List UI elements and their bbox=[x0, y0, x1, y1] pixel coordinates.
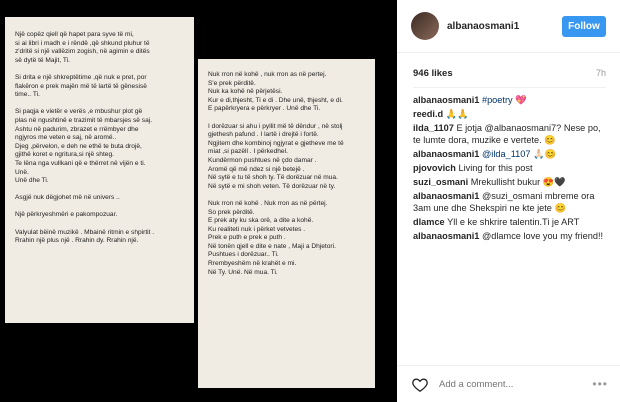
add-comment-input[interactable] bbox=[439, 378, 593, 390]
poem-paragraph: Nuk rron në kohë . Nuk rron as në përtej… bbox=[208, 199, 336, 276]
poem-paragraph: Si paqja e vietër e verës ,e mbushur plo… bbox=[15, 108, 153, 185]
poem-paragraph: Nuk rron në kohë , nuk rron as në pertej… bbox=[208, 71, 343, 113]
heart-outline-icon[interactable] bbox=[411, 375, 429, 393]
post-age[interactable]: 7h bbox=[596, 68, 606, 79]
likes-count[interactable]: 946 likes bbox=[413, 68, 453, 79]
comment-bar: ••• bbox=[397, 365, 620, 402]
comment-username[interactable]: suzi_osmani bbox=[413, 177, 468, 187]
comment: albanaosmani1 @dlamce love you my friend… bbox=[413, 230, 606, 242]
author-username[interactable]: albanaosmani1 bbox=[447, 21, 519, 32]
comment-username[interactable]: albanaosmani1 bbox=[413, 95, 479, 105]
comment-text: @dlamce love you my friend!! bbox=[481, 231, 604, 241]
post-sidebar: albanaosmani1 Follow 946 likes 7h albana… bbox=[397, 0, 620, 402]
comment-text: #poetry 💖 bbox=[481, 95, 527, 105]
avatar[interactable] bbox=[411, 12, 439, 40]
poem-paragraph: Një copëz qiell që hapet para syve të mi… bbox=[15, 31, 150, 64]
comment: ilda_1107 E jotja @albanaosmani7? Nese p… bbox=[413, 122, 606, 146]
comment: albanaosmani1 @suzi_osmani mbreme ora 3a… bbox=[413, 190, 606, 214]
comment-text: 🙏🙏 bbox=[445, 109, 469, 119]
post-photo[interactable]: Një copëz qiell që hapet para syve të mi… bbox=[0, 0, 397, 402]
comment-username[interactable]: albanaosmani1 bbox=[413, 149, 479, 159]
comment-text: Yll e ke shkrire talentin.Ti je ART bbox=[447, 217, 580, 227]
post-header: albanaosmani1 Follow bbox=[397, 0, 620, 53]
poem-paragraph: I dorëzuar si ahu i pyllit më të dëndur … bbox=[208, 122, 344, 190]
comment-username[interactable]: albanaosmani1 bbox=[413, 191, 479, 201]
follow-button[interactable]: Follow bbox=[562, 16, 606, 37]
comment-username[interactable]: pjovovich bbox=[413, 163, 456, 173]
poem-paragraph: Valyulat bëinë muzikë . Mbainë ritmin e … bbox=[15, 228, 155, 245]
comment: pjovovich Living for this post bbox=[413, 162, 606, 174]
comment-text: Mrekullisht bukur 😍🖤 bbox=[470, 177, 566, 187]
comment: albanaosmani1 @ilda_1107 🙏🏻😊 bbox=[413, 148, 606, 160]
comment: dlamce Yll e ke shkrire talentin.Ti je A… bbox=[413, 216, 606, 228]
comment: reedi.d 🙏🙏 bbox=[413, 108, 606, 120]
comment-username[interactable]: albanaosmani1 bbox=[413, 231, 479, 241]
comment-username[interactable]: dlamce bbox=[413, 217, 445, 227]
book-page-left: Një copëz qiell që hapet para syve të mi… bbox=[5, 17, 194, 323]
comment-username[interactable]: reedi.d bbox=[413, 109, 443, 119]
poem-paragraph: Si drita e një shkreptëtime ,që nuk e pr… bbox=[15, 73, 147, 99]
comment-text: Living for this post bbox=[458, 163, 533, 173]
poem-paragraph: Një përkryeshmëri e pakompozuar. bbox=[15, 211, 118, 219]
comment-list: albanaosmani1 #poetry 💖 reedi.d 🙏🙏 ilda_… bbox=[397, 88, 620, 242]
post-meta: 946 likes 7h bbox=[397, 53, 620, 79]
comment-username[interactable]: ilda_1107 bbox=[413, 123, 454, 133]
comment-text: @ilda_1107 🙏🏻😊 bbox=[481, 149, 556, 159]
poem-paragraph: Asgjë nuk dëgjohet më në univers .. bbox=[15, 194, 120, 202]
ellipsis-icon[interactable]: ••• bbox=[592, 377, 608, 391]
comment: suzi_osmani Mrekullisht bukur 😍🖤 bbox=[413, 176, 606, 188]
book-page-right: Nuk rron në kohë , nuk rron as në pertej… bbox=[198, 59, 375, 388]
comment: albanaosmani1 #poetry 💖 bbox=[413, 94, 606, 106]
